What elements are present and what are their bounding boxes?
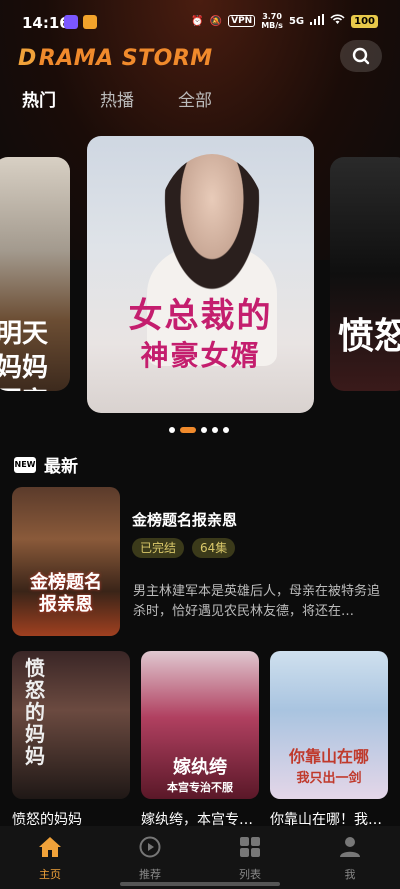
nav-label: 主页 <box>39 868 61 881</box>
feature-drama-poster[interactable]: 金榜题名 报亲恩 <box>12 487 120 636</box>
carousel-dot-active[interactable] <box>180 427 196 433</box>
tab-trending[interactable]: 热播 <box>100 86 134 111</box>
feature-poster-text-line1: 金榜题名 <box>30 572 102 593</box>
carousel-dot[interactable] <box>223 427 229 433</box>
drama-poster-text: 你靠山在哪 我只出一剑 <box>270 747 388 789</box>
mute-icon: 🔕 <box>209 15 223 27</box>
network-speed-value: 3.70 <box>262 12 282 21</box>
prev-card-text-line1: 明天 <box>0 319 49 349</box>
app-logo: D RAMA STORM <box>18 44 213 72</box>
poster-char: 怒 <box>25 678 45 702</box>
drama-card[interactable]: 嫁纨绔 本宫专治不服 嫁纨绔，本宫专… <box>141 651 259 829</box>
drama-poster[interactable]: 愤 怒 的 妈 妈 <box>12 651 130 799</box>
search-button[interactable] <box>340 40 382 72</box>
carousel-dot[interactable] <box>201 427 207 433</box>
newest-section-header: NEW 最新 <box>14 452 78 477</box>
feature-poster-text: 金榜题名 报亲恩 <box>12 572 120 616</box>
drama-poster-text: 嫁纨绔 本宫专治不服 <box>141 759 259 797</box>
poster-text-line1: 嫁纨绔 <box>173 757 227 778</box>
carousel-card-main[interactable]: 女总裁的 神豪女婿 <box>87 136 314 413</box>
status-time: 14:16 <box>22 14 70 32</box>
notification-app-icon <box>64 15 78 29</box>
wifi-icon <box>330 14 345 28</box>
category-tabs: 热门 热播 全部 <box>22 86 212 111</box>
search-icon <box>352 47 370 65</box>
tab-hot[interactable]: 热门 <box>22 86 56 111</box>
network-type: 5G <box>288 15 305 27</box>
bottom-navigation: 主页 推荐 列表 我 <box>0 826 400 889</box>
poster-figure <box>157 154 267 304</box>
poster-char: 妈 <box>25 722 45 746</box>
vpn-badge: VPN <box>228 15 256 27</box>
poster-text-line1: 你靠山在哪 <box>288 747 369 766</box>
episodes-tag: 64集 <box>192 538 236 558</box>
section-title: 最新 <box>44 457 78 477</box>
user-icon <box>340 837 360 857</box>
poster-text-line2: 我只出一剑 <box>296 771 362 786</box>
status-right-icons: ⏰ 🔕 VPN 3.70 MB/s 5G 100 <box>191 12 378 30</box>
feature-drama-title[interactable]: 金榜题名报亲恩 <box>132 509 237 530</box>
play-circle-icon <box>139 836 161 858</box>
poster-text-line2: 本宫专治不服 <box>167 781 233 794</box>
battery-indicator: 100 <box>351 14 378 28</box>
drama-card[interactable]: 愤 怒 的 妈 妈 愤怒的妈妈 <box>12 651 130 829</box>
drama-card[interactable]: 你靠山在哪 我只出一剑 你靠山在哪！我… <box>270 651 388 829</box>
notification-app-icon-2 <box>83 15 97 29</box>
nav-list[interactable]: 列表 <box>215 836 285 882</box>
carousel-dot[interactable] <box>169 427 175 433</box>
logo-text: RAMA STORM <box>38 45 213 71</box>
drama-poster[interactable]: 嫁纨绔 本宫专治不服 <box>141 651 259 799</box>
nav-label: 我 <box>344 868 356 881</box>
prev-card-poster-text: 明天 妈妈回家 <box>0 317 70 391</box>
new-badge-icon: NEW <box>14 456 36 473</box>
nav-label: 推荐 <box>139 868 161 881</box>
main-card-title-line1: 女总裁的 <box>128 296 273 336</box>
network-speed: 3.70 MB/s <box>261 12 283 30</box>
poster-char: 愤 <box>25 656 45 680</box>
poster-char: 妈 <box>25 744 45 768</box>
home-icon <box>39 837 61 857</box>
signal-icon <box>310 14 325 28</box>
carousel-dot[interactable] <box>212 427 218 433</box>
carousel-pagination <box>169 427 229 433</box>
main-card-title-line2: 神豪女婿 <box>140 339 261 372</box>
grid-icon <box>240 837 260 857</box>
poster-char: 的 <box>25 700 45 724</box>
network-speed-unit: MB/s <box>261 21 283 30</box>
status-bar: 14:16 ⏰ 🔕 VPN 3.70 MB/s 5G 100 <box>0 0 400 44</box>
nav-me[interactable]: 我 <box>315 836 385 882</box>
next-card-poster-text: 愤怒 <box>338 315 400 357</box>
logo-mark: D <box>18 45 37 71</box>
drama-poster-text: 愤 怒 的 妈 妈 <box>12 657 94 767</box>
carousel-card-prev[interactable]: 明天 妈妈回家 <box>0 157 70 391</box>
carousel-card-next[interactable]: 愤怒 <box>330 157 400 391</box>
nav-label: 列表 <box>239 868 261 881</box>
feature-poster-text-line2: 报亲恩 <box>39 594 93 615</box>
alarm-icon: ⏰ <box>191 15 204 27</box>
status-tag: 已完结 <box>132 538 185 558</box>
feature-drama-description: 男主林建军本是英雄后人，母亲在被特务追杀时，恰好遇见农民林友德，将还在… <box>133 584 381 619</box>
nav-recommend[interactable]: 推荐 <box>115 836 185 882</box>
nav-home[interactable]: 主页 <box>15 836 85 882</box>
drama-poster[interactable]: 你靠山在哪 我只出一剑 <box>270 651 388 799</box>
tab-all[interactable]: 全部 <box>178 86 212 111</box>
system-home-indicator[interactable] <box>120 882 280 886</box>
prev-card-text-line2: 妈妈回家 <box>0 353 49 391</box>
